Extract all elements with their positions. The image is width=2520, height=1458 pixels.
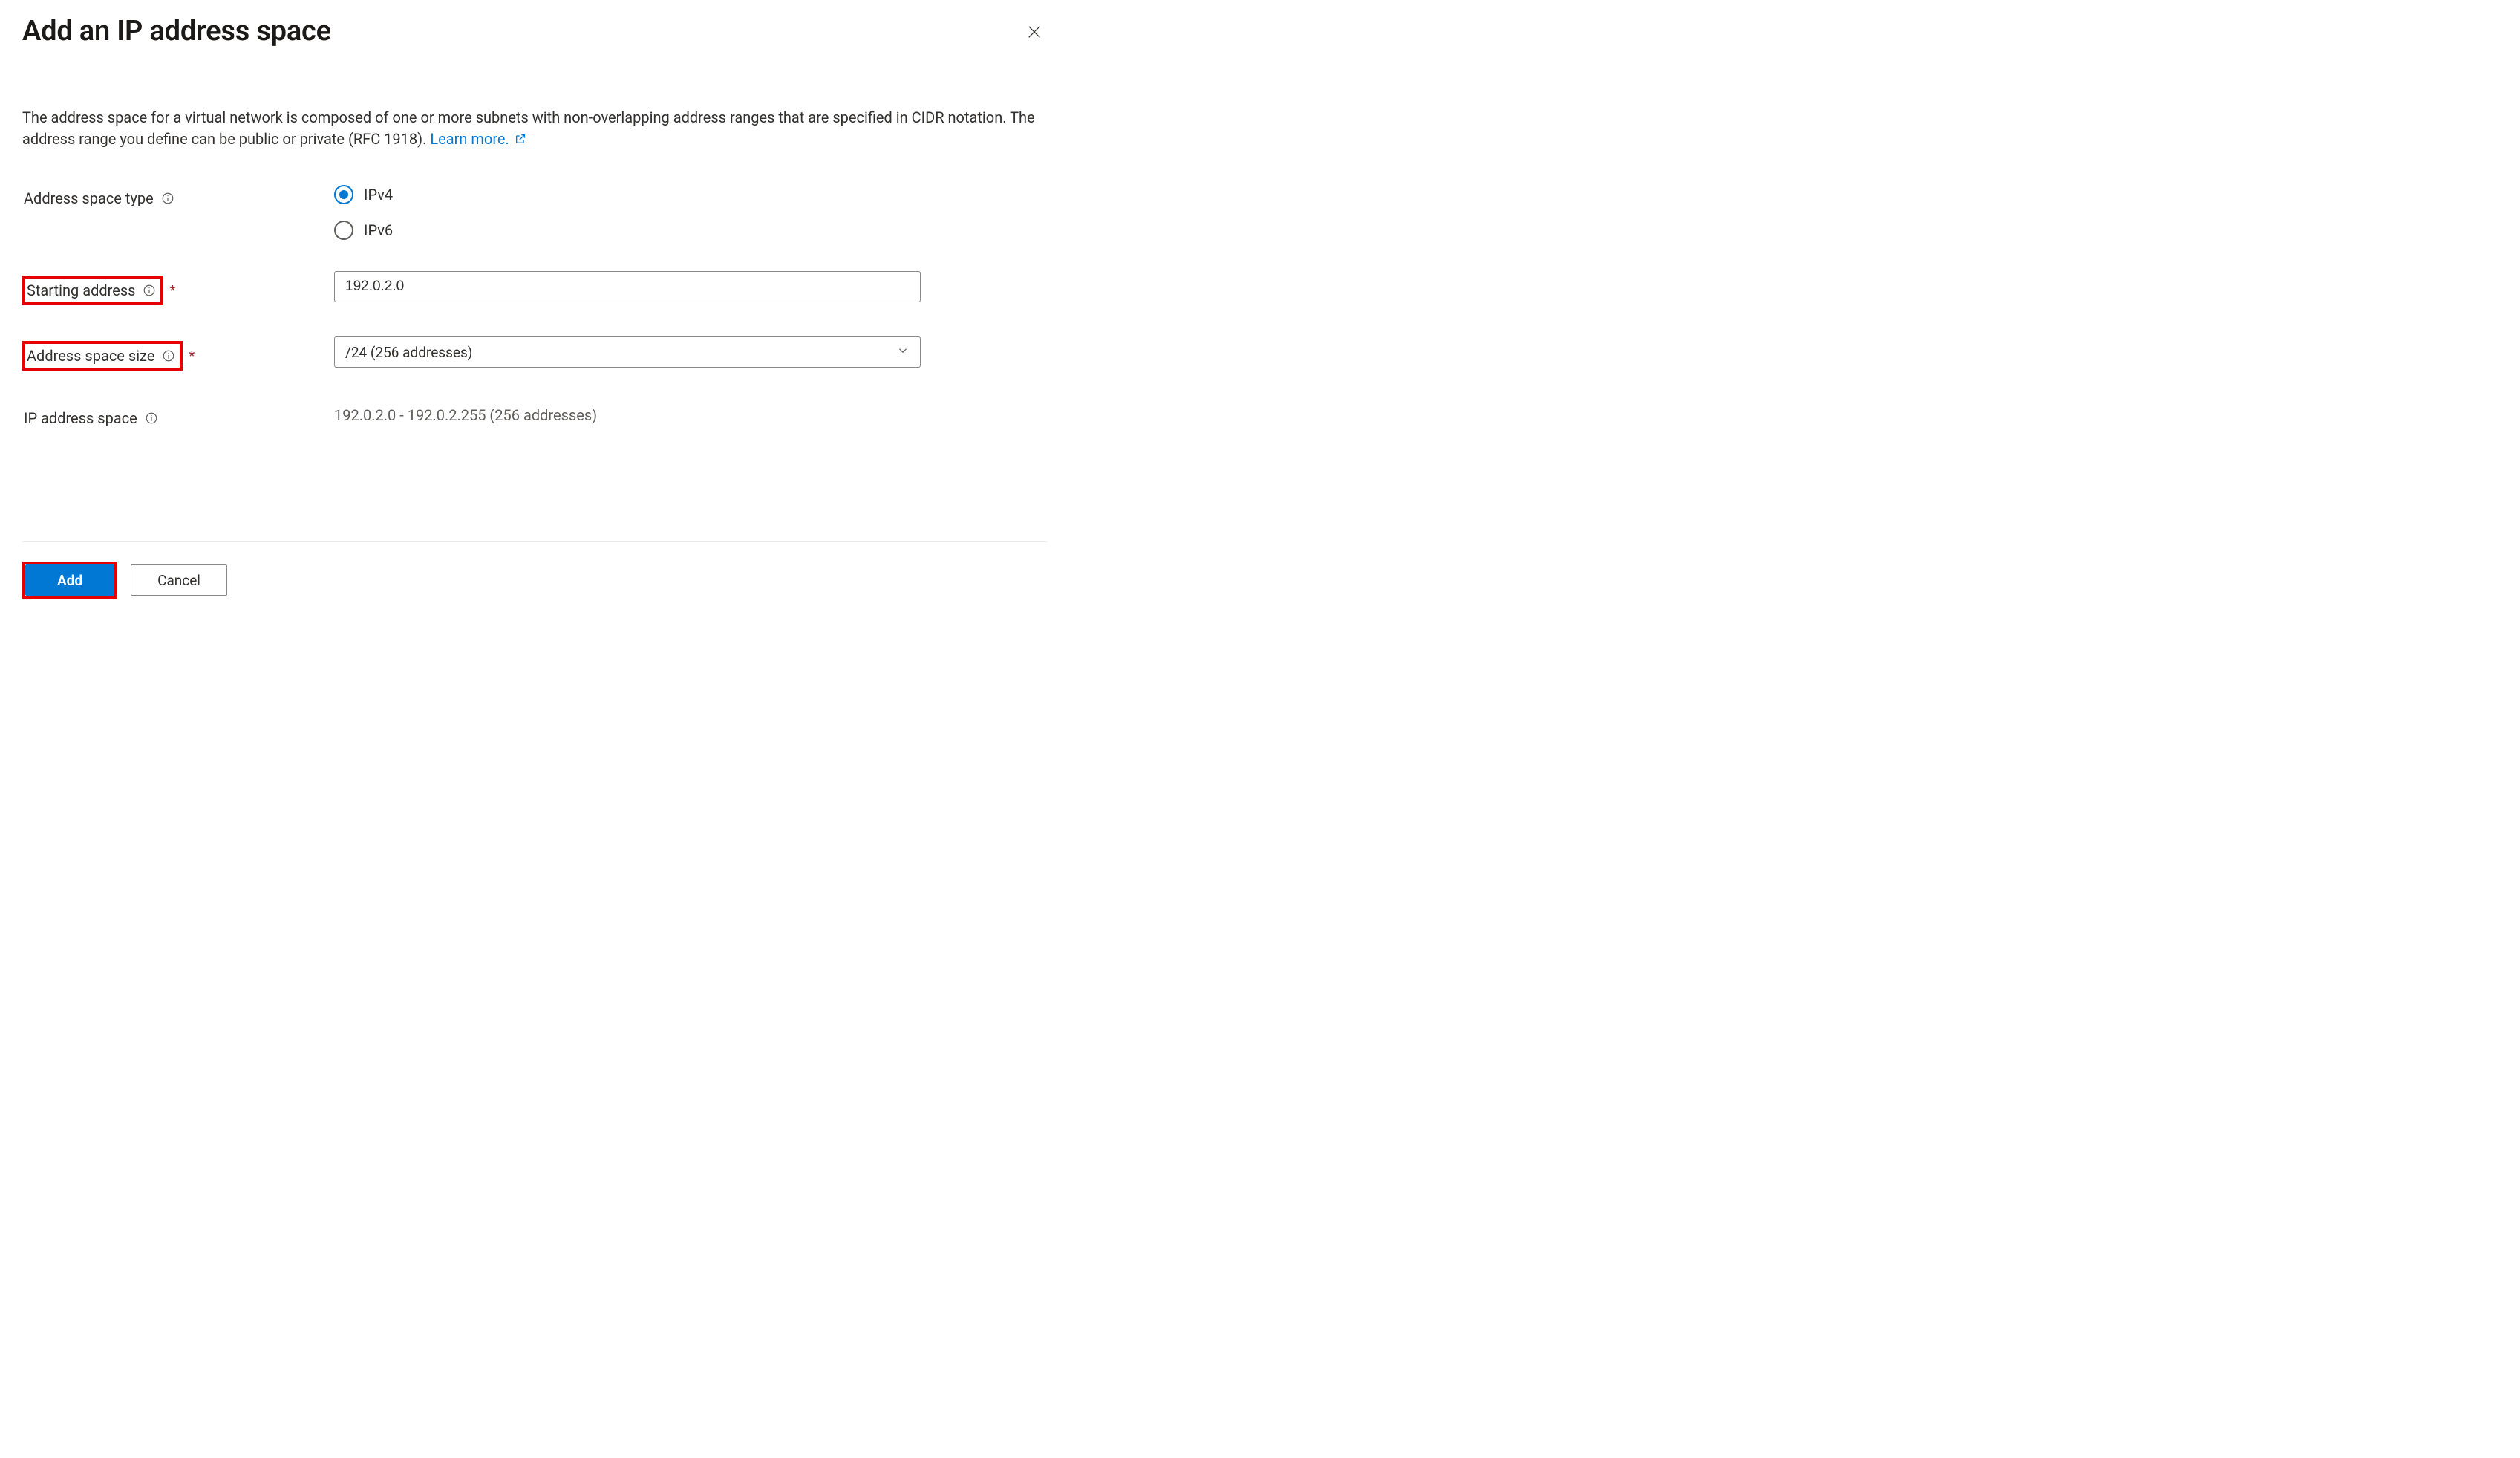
label-ip-address-space: IP address space [22,402,334,430]
chevron-down-icon [896,344,910,361]
required-indicator: * [169,283,175,299]
panel-title: Add an IP address space [22,15,331,48]
radio-ipv6-label: IPv6 [364,221,393,239]
info-icon[interactable] [161,192,174,205]
field-starting-address: Starting address * [22,271,1047,305]
radio-ipv4[interactable]: IPv4 [334,185,921,204]
radio-ipv4-label: IPv4 [364,186,393,204]
add-button[interactable]: Add [25,564,114,596]
address-space-type-radio-group: IPv4 IPv6 [334,182,921,240]
address-space-size-label-text: Address space size [27,347,154,365]
label-address-space-size: Address space size * [22,336,334,371]
field-address-space-size: Address space size * /24 (256 addresses) [22,336,1047,371]
add-ip-address-space-panel: Add an IP address space The address spac… [22,15,1047,599]
address-space-type-label-text: Address space type [24,189,154,207]
label-address-space-type: Address space type [22,182,334,210]
starting-address-label-text: Starting address [27,281,135,299]
info-icon[interactable] [145,411,158,425]
external-link-icon [515,129,526,151]
info-icon[interactable] [143,284,156,297]
panel-header: Add an IP address space [22,15,1047,48]
info-icon[interactable] [162,349,175,362]
panel-footer: Add Cancel [22,562,1047,599]
cancel-button[interactable]: Cancel [131,564,227,596]
required-indicator: * [189,348,195,364]
learn-more-link[interactable]: Learn more. [430,130,526,148]
label-starting-address: Starting address * [22,271,334,305]
starting-address-input[interactable] [334,271,921,302]
add-button-highlight: Add [22,562,117,599]
ip-address-space-label-text: IP address space [24,409,137,427]
close-button[interactable] [1022,19,1047,45]
ip-address-space-value: 192.0.2.0 - 192.0.2.255 (256 addresses) [334,402,921,424]
radio-indicator [334,185,353,204]
field-ip-address-space: IP address space 192.0.2.0 - 192.0.2.255… [22,402,1047,430]
learn-more-label: Learn more. [430,130,509,148]
radio-indicator [334,221,353,240]
field-address-space-type: Address space type IPv4 IPv6 [22,182,1047,240]
address-space-size-value: /24 (256 addresses) [345,344,472,361]
radio-ipv6[interactable]: IPv6 [334,221,921,240]
footer-divider [22,541,1047,542]
panel-description: The address space for a virtual network … [22,107,1047,151]
close-icon [1026,24,1042,40]
address-space-size-select[interactable]: /24 (256 addresses) [334,336,921,368]
description-text: The address space for a virtual network … [22,108,1035,148]
